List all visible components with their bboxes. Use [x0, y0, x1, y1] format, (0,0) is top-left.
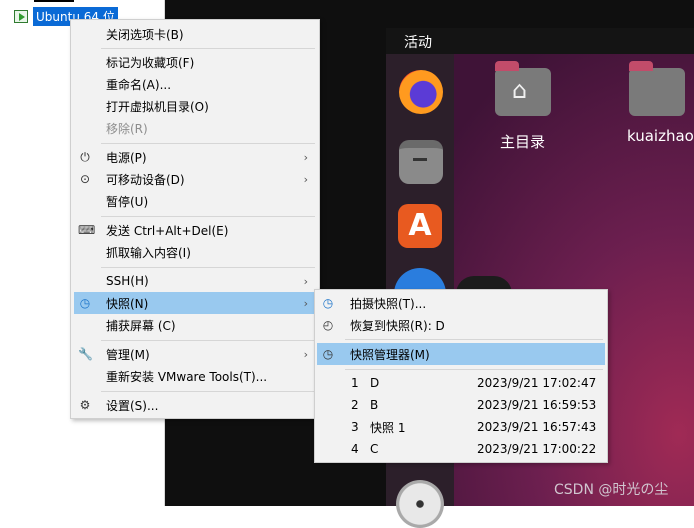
- wrench-icon: 🔧: [78, 347, 93, 361]
- menu-item-send-ctrl-alt-del[interactable]: ⌨ 发送 Ctrl+Alt+Del(E): [74, 219, 316, 241]
- menu-item-rename[interactable]: 重命名(A)...: [74, 73, 316, 95]
- menu-item-label: 可移动设备(D): [106, 172, 185, 187]
- menu-item-removable-devices[interactable]: ⊙ 可移动设备(D) ›: [74, 168, 316, 190]
- menu-item-label: 暂停(U): [106, 194, 149, 209]
- menu-separator: [345, 369, 603, 370]
- home-folder-icon[interactable]: [495, 61, 551, 116]
- camera-icon: ◷: [322, 296, 334, 310]
- menu-item-label: 关闭选项卡(B): [106, 27, 184, 42]
- menu-item-pause[interactable]: 暂停(U): [74, 190, 316, 212]
- snapshot-list-item[interactable]: 1 D 2023/9/21 17:02:47: [317, 372, 605, 394]
- chevron-right-icon: ›: [303, 296, 308, 310]
- snapshot-name: D: [370, 376, 380, 390]
- folder-icon[interactable]: [629, 61, 685, 116]
- menu-item-open-vm-directory[interactable]: 打开虚拟机目录(O): [74, 95, 316, 117]
- chevron-right-icon: ›: [303, 274, 308, 288]
- menu-item-label: 设置(S)...: [106, 398, 159, 413]
- snapshot-list-item[interactable]: 3 快照 1 2023/9/21 16:57:43: [317, 416, 605, 438]
- menu-item-label: 捕获屏幕 (C): [106, 318, 176, 333]
- chevron-right-icon: ›: [303, 172, 308, 186]
- menu-item-label: 恢复到快照(R): D: [350, 318, 445, 333]
- menu-item-mark-favorite[interactable]: 标记为收藏项(F): [74, 51, 316, 73]
- menu-item-manage[interactable]: 🔧 管理(M) ›: [74, 343, 316, 365]
- menu-item-label: 标记为收藏项(F): [106, 55, 195, 70]
- menu-item-label: 重新安装 VMware Tools(T)...: [106, 369, 268, 384]
- files-icon[interactable]: [399, 140, 443, 184]
- removable-device-icon: ⊙: [79, 172, 91, 186]
- menu-separator: [101, 267, 315, 268]
- menu-item-label: 移除(R): [106, 121, 148, 136]
- menu-item-power[interactable]: ⏻ 电源(P) ›: [74, 146, 316, 168]
- activities-button[interactable]: 活动: [404, 32, 432, 52]
- menu-item-label: 快照管理器(M): [350, 347, 430, 362]
- menu-item-capture-screen[interactable]: 捕获屏幕 (C): [74, 314, 316, 336]
- menu-separator: [101, 143, 315, 144]
- snapshot-number: 2: [351, 398, 359, 412]
- menu-item-reinstall-vmware-tools[interactable]: 重新安装 VMware Tools(T)...: [74, 365, 316, 387]
- snapshot-number: 3: [351, 420, 359, 434]
- snapshot-number: 1: [351, 376, 359, 390]
- menu-item-label: 抓取输入内容(I): [106, 245, 191, 260]
- menu-item-revert-snapshot[interactable]: ◴ 恢复到快照(R): D: [317, 314, 605, 336]
- menu-item-label: 电源(P): [106, 150, 147, 165]
- desktop-item-label: 主目录: [500, 133, 546, 151]
- snapshot-manager-icon: ◷: [322, 347, 334, 361]
- snapshot-list-item[interactable]: 2 B 2023/9/21 16:59:53: [317, 394, 605, 416]
- ubuntu-top-bar: [386, 28, 694, 54]
- menu-item-label: 打开虚拟机目录(O): [106, 99, 209, 114]
- settings-icon: ⚙: [79, 398, 91, 412]
- menu-separator: [101, 216, 315, 217]
- vm-context-menu: 关闭选项卡(B) 标记为收藏项(F) 重命名(A)... 打开虚拟机目录(O) …: [70, 19, 320, 419]
- snapshot-submenu: ◷ 拍摄快照(T)... ◴ 恢复到快照(R): D ◷ 快照管理器(M) 1 …: [314, 289, 608, 463]
- menu-separator: [101, 48, 315, 49]
- power-icon: ⏻: [80, 150, 90, 164]
- menu-separator: [101, 391, 315, 392]
- snapshot-date: 2023/9/21 16:59:53: [477, 398, 597, 412]
- menu-item-take-snapshot[interactable]: ◷ 拍摄快照(T)...: [317, 292, 605, 314]
- menu-item-snapshot-manager[interactable]: ◷ 快照管理器(M): [317, 343, 605, 365]
- snapshot-icon: ◷: [79, 296, 91, 310]
- snapshot-name: B: [370, 398, 379, 412]
- keyboard-icon: ⌨: [78, 223, 96, 237]
- snapshot-number: 4: [351, 442, 359, 456]
- menu-separator: [345, 339, 603, 340]
- menu-item-close-tab[interactable]: 关闭选项卡(B): [74, 23, 316, 45]
- watermark: CSDN @时光の尘: [554, 482, 669, 498]
- menu-item-remove: 移除(R): [74, 117, 316, 139]
- menu-item-settings[interactable]: ⚙ 设置(S)...: [74, 394, 316, 416]
- desktop-item-label: kuaizhao: [627, 127, 694, 145]
- snapshot-list-item[interactable]: 4 C 2023/9/21 17:00:22: [317, 438, 605, 460]
- tree-parent-underline: [34, 0, 74, 2]
- chevron-right-icon: ›: [303, 347, 308, 361]
- menu-item-ssh[interactable]: SSH(H) ›: [74, 270, 316, 292]
- snapshot-name: C: [370, 442, 379, 456]
- revert-icon: ◴: [322, 318, 334, 332]
- chevron-right-icon: ›: [303, 150, 308, 164]
- vm-running-icon: [14, 9, 28, 23]
- menu-item-label: 拍摄快照(T)...: [350, 296, 427, 311]
- disc-icon[interactable]: [396, 480, 444, 528]
- menu-item-snapshot[interactable]: ◷ 快照(N) ›: [74, 292, 316, 314]
- snapshot-date: 2023/9/21 16:57:43: [477, 420, 597, 434]
- snapshot-date: 2023/9/21 17:00:22: [477, 442, 597, 456]
- firefox-icon[interactable]: [399, 70, 443, 114]
- app-store-icon[interactable]: A: [398, 204, 442, 248]
- menu-item-grab-input[interactable]: 抓取输入内容(I): [74, 241, 316, 263]
- menu-item-label: SSH(H): [106, 274, 149, 288]
- menu-item-label: 管理(M): [106, 347, 150, 362]
- menu-item-label: 发送 Ctrl+Alt+Del(E): [106, 223, 229, 238]
- snapshot-date: 2023/9/21 17:02:47: [477, 376, 597, 390]
- menu-separator: [101, 340, 315, 341]
- snapshot-name: 快照 1: [370, 420, 406, 435]
- menu-item-label: 快照(N): [106, 296, 149, 311]
- menu-item-label: 重命名(A)...: [106, 77, 172, 92]
